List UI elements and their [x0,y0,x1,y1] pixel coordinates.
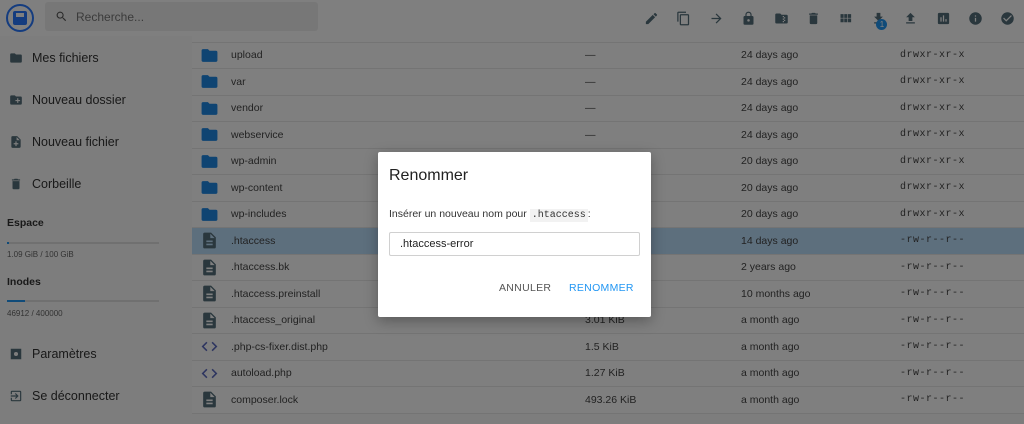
new-name-input[interactable] [389,232,640,256]
rename-dialog: Renommer Insérer un nouveau nom pour .ht… [378,152,651,317]
dialog-title: Renommer [389,167,469,184]
dialog-current-name: .htaccess [529,209,588,222]
dialog-prompt: Insérer un nouveau nom pour .htaccess: [389,208,591,222]
dialog-prompt-text: Insérer un nouveau nom pour [389,208,527,220]
dialog-prompt-suffix: : [587,208,591,220]
rename-button[interactable]: RENOMMER [569,282,634,294]
cancel-button[interactable]: ANNULER [499,282,551,294]
